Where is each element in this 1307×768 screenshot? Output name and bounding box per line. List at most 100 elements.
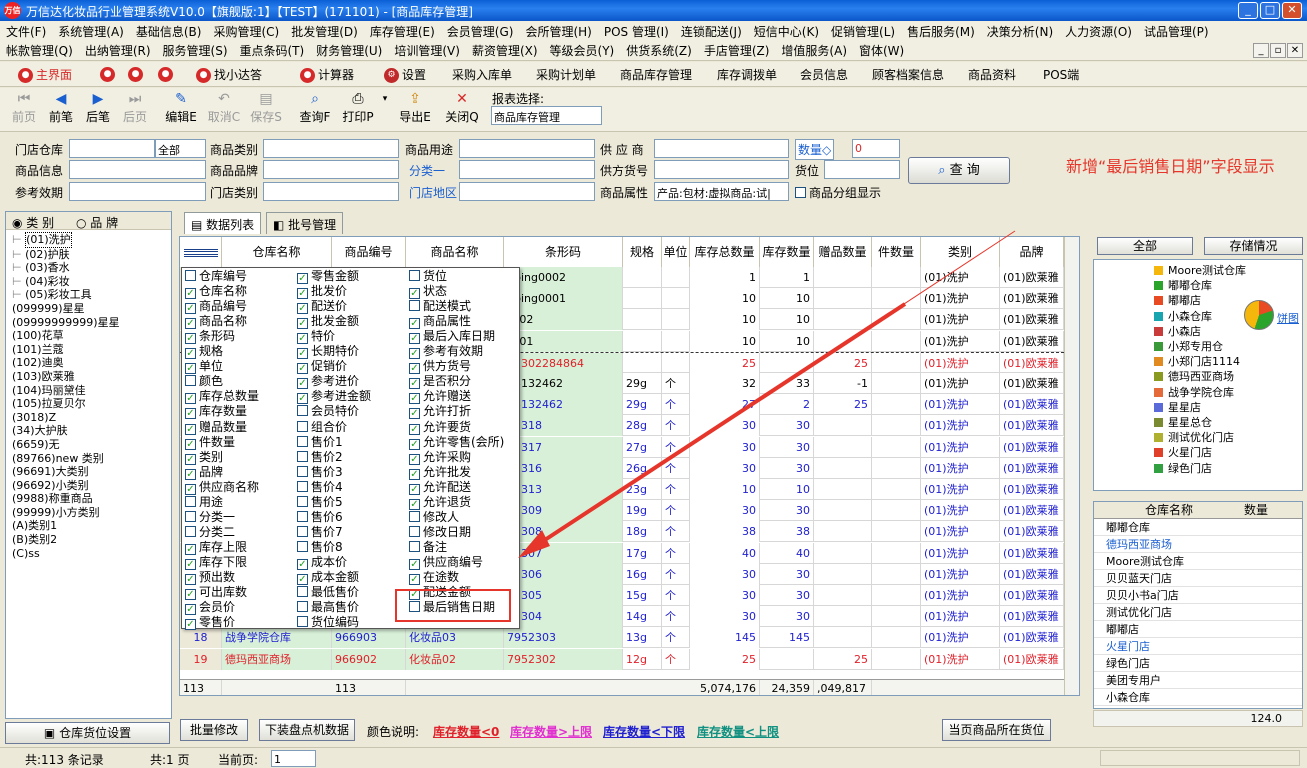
supplier-input[interactable] [654, 139, 789, 158]
column-option[interactable]: ✓ 在途数 [409, 570, 459, 585]
column-option[interactable]: ✓ 参考进金额 [297, 389, 371, 405]
column-option[interactable]: ✓ 库存数量 [185, 404, 247, 420]
column-option[interactable]: 售价7 [297, 525, 343, 540]
column-option[interactable]: 售价4 [297, 480, 343, 495]
next-record-button[interactable]: ▶ 后笔 [82, 90, 114, 125]
first-page-button[interactable]: ⏮ 前页 [8, 90, 40, 125]
tree-item[interactable]: (34)大护肤 [12, 424, 171, 438]
column-option[interactable]: ✓ 参考进价 [297, 374, 359, 390]
column-option[interactable]: ✓ 促销价 [297, 359, 347, 375]
menu-item[interactable]: 增值服务(A) [781, 44, 847, 58]
prev-record-button[interactable]: ◀ 前笔 [45, 90, 77, 125]
column-option[interactable]: ✓ 预出数 [185, 570, 235, 585]
current-page-input[interactable]: 1 [271, 750, 316, 767]
warehouse-row[interactable]: 贝贝小书a门店 [1094, 587, 1302, 604]
grid-header-cell[interactable]: 赠品数量 [814, 237, 872, 267]
query-button[interactable]: ⌕ 查询F [296, 90, 334, 125]
column-option[interactable]: 售价2 [297, 450, 343, 465]
column-option[interactable]: ✓ 成本金额 [297, 570, 359, 585]
tree-item[interactable]: (105)拉夏贝尔 [12, 397, 171, 411]
cancel-button[interactable]: ↶ 取消C [206, 90, 242, 125]
menu-item[interactable]: 等级会员(Y) [550, 44, 615, 58]
column-option[interactable]: ✓ 会员价 [185, 600, 235, 616]
radio-brand[interactable]: ○ 品 牌 [76, 216, 118, 230]
grid-header-cell[interactable]: 单位 [662, 237, 690, 267]
column-option[interactable]: ✓ 允许零售(会所) [409, 435, 504, 450]
report-select-field[interactable]: 商品库存管理 [491, 106, 602, 125]
quickbar-item[interactable]: 库存调拨单 [717, 66, 777, 83]
validity-input[interactable] [69, 182, 206, 201]
warehouse-row[interactable]: 小森仓库 [1094, 689, 1302, 706]
print-button[interactable]: ⎙ 打印P [340, 90, 376, 125]
menu-item[interactable]: 系统管理(A) [58, 25, 124, 39]
quickbar-item[interactable]: 顾客档案信息 [872, 66, 944, 83]
column-option[interactable]: ✓ 成本价 [297, 555, 347, 570]
menu-item[interactable]: 决策分析(N) [987, 25, 1053, 39]
tree-item[interactable]: (101)兰蔻 [12, 343, 171, 357]
usage-input[interactable] [459, 139, 595, 158]
column-option[interactable]: ✓ 商品属性 [409, 314, 471, 330]
grid-header-cell[interactable]: 商品编号 [332, 237, 406, 267]
column-option[interactable]: 颜色 [185, 374, 223, 389]
category-input[interactable] [263, 139, 399, 158]
menu-item[interactable]: 出纳管理(R) [85, 44, 151, 58]
menu-item[interactable]: 会员管理(G) [447, 25, 514, 39]
menu-item[interactable]: 手店管理(Z) [704, 44, 770, 58]
tree-item[interactable]: ⊢ (02)护肤 [12, 248, 171, 262]
column-option[interactable]: 用途 [185, 495, 223, 510]
column-option[interactable]: ✓ 批发金额 [297, 314, 359, 330]
class1-label[interactable]: 分类一 [409, 162, 445, 179]
menu-item[interactable]: 重点条码(T) [240, 44, 305, 58]
menu-item[interactable]: 基础信息(B) [136, 25, 202, 39]
tree-item[interactable]: (B)类别2 [12, 533, 171, 547]
column-option[interactable]: 售价5 [297, 495, 343, 510]
column-option[interactable]: ✓ 零售价 [185, 615, 235, 631]
tree-item[interactable]: (89766)new 类别 [12, 452, 171, 466]
tree-item[interactable]: ⊢ (05)彩妆工具 [12, 288, 171, 302]
tree-item[interactable]: (C)ss [12, 547, 171, 561]
tab-data-list[interactable]: ▤ 数据列表 [184, 212, 262, 234]
tree-item[interactable]: (104)玛丽黛佳 [12, 384, 171, 398]
store-all-field[interactable]: 全部 [155, 139, 206, 158]
tree-item[interactable]: (09999999999)星星 [12, 316, 171, 330]
column-option[interactable]: ✓ 最后入库日期 [409, 329, 495, 345]
warehouse-row[interactable]: 嘟嘟店 [1094, 621, 1302, 638]
grid-header-cell[interactable]: 库存总数量 [690, 237, 760, 267]
supplier-no-input[interactable] [654, 160, 789, 179]
column-option[interactable]: 配送模式 [409, 299, 471, 314]
column-option[interactable]: ✓ 状态 [409, 284, 447, 300]
column-option[interactable]: ✓ 允许配送 [409, 480, 471, 495]
tree-item[interactable]: (A)类别1 [12, 519, 171, 533]
mdi-restore-button[interactable]: ▫ [1270, 43, 1286, 58]
menu-item[interactable]: 采购管理(C) [213, 25, 279, 39]
download-button[interactable]: 下装盘点机数据 [259, 719, 355, 741]
column-option[interactable]: 会员特价 [297, 404, 359, 419]
close-window-button[interactable]: ✕ [1282, 2, 1302, 19]
tab-batch[interactable]: ◧ 批号管理 [266, 212, 344, 234]
column-option[interactable]: 组合价 [297, 420, 347, 435]
menu-item[interactable]: 连锁配送(J) [681, 25, 742, 39]
quickbar-item[interactable]: 会员信息 [800, 66, 848, 83]
table-row[interactable]: 18 战争学院仓库 966903 化妆品03 7952303 13g 个 145 145 (01)… [180, 627, 1064, 649]
menu-item[interactable]: 窗体(W) [859, 44, 904, 58]
grid-header-cell[interactable]: 商品名称 [406, 237, 504, 267]
menu-item[interactable]: 财务管理(U) [316, 44, 382, 58]
quickbar-item[interactable]: ● 主界面 [18, 66, 72, 83]
quickbar-item[interactable]: ● 找小达答 [196, 66, 262, 83]
column-option[interactable]: ✓ 库存总数量 [185, 389, 259, 405]
column-option[interactable]: ✓ 允许要货 [409, 420, 471, 435]
warehouse-row[interactable]: 贝贝蓝天门店 [1094, 570, 1302, 587]
column-option[interactable]: 售价8 [297, 540, 343, 555]
radio-category[interactable]: ◉ 类 别 [12, 216, 54, 230]
tree-item[interactable]: (3018)Z [12, 411, 171, 425]
all-button[interactable]: 全部 [1097, 237, 1193, 255]
store-input[interactable] [69, 139, 155, 158]
column-option[interactable]: ✓ 特价 [297, 329, 335, 345]
warehouse-row[interactable]: 绿色门店 [1094, 655, 1302, 672]
column-option[interactable]: 分类一 [185, 510, 235, 525]
column-option[interactable]: ✓ 供应商编号 [409, 555, 483, 570]
column-option[interactable]: 货位 [409, 269, 447, 284]
column-option[interactable]: 备注 [409, 540, 447, 555]
grid-header-cell[interactable]: 条形码 [504, 237, 623, 267]
brand-input[interactable] [263, 160, 399, 179]
